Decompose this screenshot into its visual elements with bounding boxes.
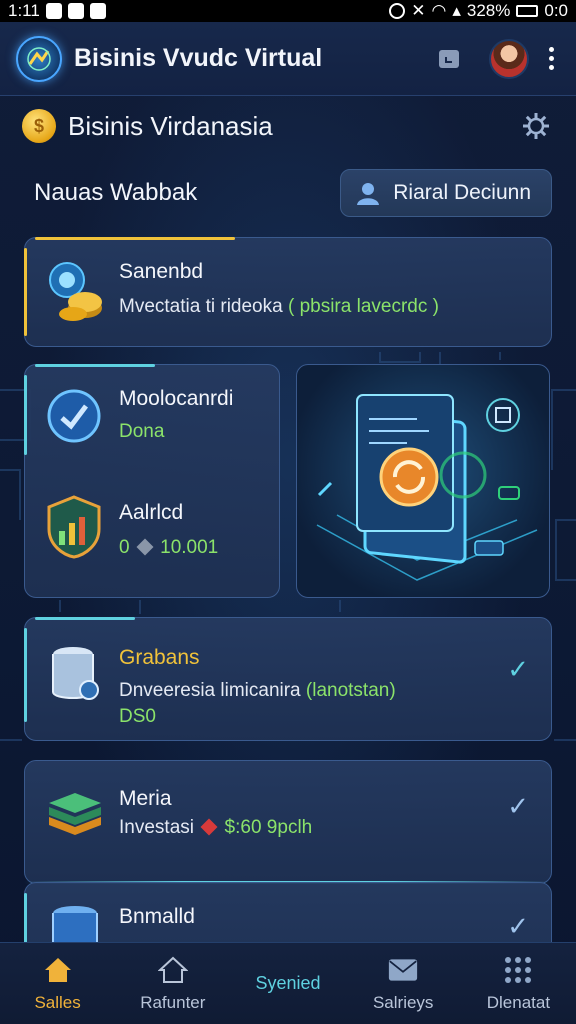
signal-icon: ▴ [452,1,461,20]
bottom-navigation: Salles Rafunter Syenied Salrieys Dlenata… [0,942,576,1024]
card-title: Grabans [119,646,200,669]
card-accent [24,375,27,455]
card-subtitle-text: Investasi [119,817,194,838]
check-icon: ✓ [507,791,529,821]
battery-icon [516,5,539,17]
app-header: Bisinis Vvudc Virtual [0,22,576,96]
database-icon [49,644,103,706]
gear-icon [523,113,549,139]
house-outline-icon [157,955,188,985]
card-accent [35,364,155,367]
notification-icon [45,3,62,19]
nav-label: Salles [34,992,81,1012]
stack-icon [45,787,105,845]
card-highlight: ( pbsira lavecrdc ) [287,296,439,317]
card-title: Moolocanrdi [119,387,234,410]
wifi-icon: ◠ [431,1,447,20]
card-subtitle: Investasi $:60 9pclh [119,817,312,839]
action-button[interactable]: Riaral Deciunn [340,169,552,217]
card-value: Dona [119,421,165,442]
mail-icon [388,955,418,985]
secure-document-illustration [316,394,538,581]
check-icon: ✓ [507,911,529,941]
document-icon [439,49,459,68]
nav-item-center[interactable]: Syenied [230,943,345,1024]
app-logo-icon [16,35,62,82]
card-title: Bnmalld [119,905,195,928]
section-header: $ Bisinis Virdanasia [22,104,554,148]
card-accent [35,617,135,620]
check-icon: ✓ [507,654,529,684]
check-badge-icon [45,387,103,445]
nav-item-mail[interactable]: Salrieys [346,943,461,1024]
nav-label: Dlenatat [486,992,551,1012]
card-subtitle-text: Mvectatia ti rideoka [119,296,283,317]
alarm-icon [389,3,406,19]
export-button[interactable] [427,37,471,81]
card-title: Sanenbd [119,260,204,283]
illustration-panel [296,364,550,598]
card-investment[interactable]: Meria Investasi $:60 9pclh ✓ [24,760,552,884]
chart-shield-icon [45,495,103,559]
card-value: 0 10.001 [119,537,218,559]
card-accent [35,237,235,240]
nav-item-second[interactable]: Rafunter [115,943,230,1024]
user-icon [357,183,380,205]
notification-icon [89,3,106,19]
home-icon [43,955,73,985]
battery-percent: 328% [466,1,511,20]
diamond-icon [200,818,218,836]
section-title: Bisinis Virdanasia [68,110,273,141]
diamond-icon [136,538,154,556]
card-title: Meria [119,787,172,810]
status-time: 1:11 [8,1,40,20]
card-highlight: $:60 9pclh [224,817,313,838]
card-savings[interactable]: Sanenbd Mvectatia ti rideoka ( pbsira la… [24,237,552,347]
card-summary[interactable]: Moolocanrdi Dona Aalrlcd 0 10.001 [24,364,280,598]
more-options-icon[interactable] [543,47,560,70]
app-title: Bisinis Vvudc Virtual [74,44,323,72]
toolbar-row: Nauas Wabbak Riaral Deciunn [34,168,552,218]
card-subtitle: Mvectatia ti rideoka ( pbsira lavecrdc ) [119,296,439,318]
card-accent [24,248,27,336]
nav-item-grid[interactable]: Dlenatat [461,943,576,1024]
card-accent [24,628,27,722]
card-highlight: (lanotstan) [305,680,396,701]
settings-button[interactable] [518,108,554,144]
nav-label: Salrieys [372,992,434,1012]
grid-icon [503,955,533,985]
avatar[interactable] [489,38,529,79]
card-subtitle: Dnveeresia limicanira (lanotstan) [119,680,396,702]
nav-item-home[interactable]: Salles [0,943,115,1024]
card-value-prefix: 0 [119,537,130,558]
card-title: Aalrlcd [119,501,184,524]
card-subtitle-text: Dnveeresia limicanira [119,680,301,701]
card-value-amount: 10.001 [160,537,219,558]
mute-icon: ✕ [411,1,426,20]
status-bar: 1:11 ✕ ◠ ▴ 328% 0:0 [0,0,576,22]
card-transactions[interactable]: Grabans Dnveeresia limicanira (lanotstan… [24,617,552,741]
notification-icon [67,3,84,19]
status-clock: 0:0 [544,1,568,20]
coin-icon: $ [22,109,56,143]
nav-label: Rafunter [140,992,206,1012]
coins-icon [43,258,109,324]
row-label: Nauas Wabbak [34,179,198,206]
action-button-label: Riaral Deciunn [393,181,531,204]
card-value: DS0 [119,706,156,727]
nav-label: Syenied [255,973,321,993]
